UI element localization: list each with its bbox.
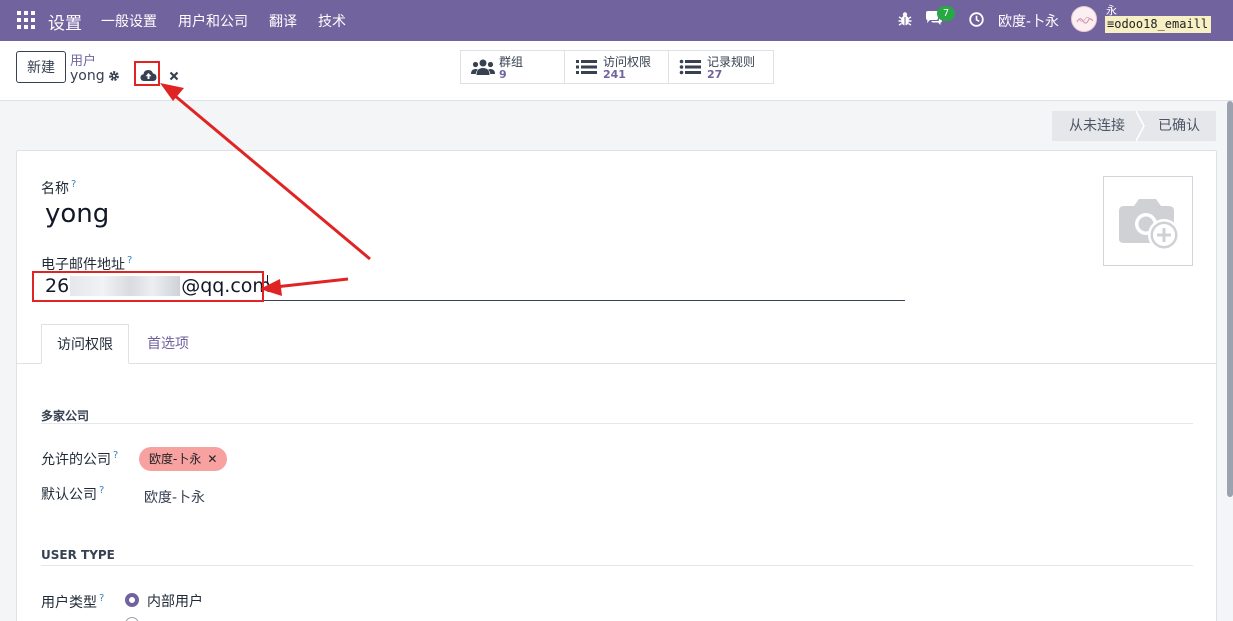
- section-multi-company-title: 多家公司: [41, 409, 90, 423]
- status-confirmed[interactable]: 已确认: [1136, 111, 1216, 141]
- radio-internal-user-label: 内部用户: [147, 594, 203, 610]
- status-separator-icon: [1136, 111, 1145, 141]
- save-button-highlight-box: [134, 61, 160, 86]
- form-tabs: 访问权限 首选项: [17, 324, 1216, 364]
- smart-button-access-rights-count: 241: [603, 68, 626, 81]
- user-avatar[interactable]: [1071, 6, 1097, 32]
- smart-button-groups[interactable]: 群组 9: [461, 51, 565, 83]
- help-icon[interactable]: ?: [99, 593, 104, 604]
- activity-clock-icon[interactable]: [969, 12, 984, 27]
- camera-add-icon: [1119, 199, 1180, 251]
- smart-button-groups-count: 9: [499, 68, 507, 81]
- list-icon: [576, 60, 597, 74]
- smart-button-access-rights[interactable]: 访问权限 241: [565, 51, 669, 83]
- name-label-text: 名称: [41, 181, 69, 197]
- allowed-companies-label: 允许的公司?: [41, 449, 118, 469]
- list-icon: [679, 59, 701, 75]
- discard-close-icon[interactable]: [169, 71, 179, 81]
- tag-label: 欧度-卜永: [149, 452, 202, 466]
- radio-other-user-type[interactable]: [125, 617, 139, 621]
- company-switcher[interactable]: 欧度-卜永: [998, 11, 1059, 31]
- tab-access-rights[interactable]: 访问权限: [41, 324, 129, 364]
- section-divider: [41, 423, 1193, 424]
- help-icon[interactable]: ?: [99, 485, 104, 496]
- breadcrumb-users[interactable]: 用户: [70, 50, 96, 69]
- tab-preferences[interactable]: 首选项: [147, 324, 189, 364]
- users-icon: [471, 59, 495, 75]
- chat-count-badge: 7: [937, 6, 955, 21]
- section-divider: [41, 565, 1193, 566]
- name-field[interactable]: yong: [45, 199, 109, 229]
- new-record-button[interactable]: 新建: [16, 51, 66, 83]
- default-company-field[interactable]: 欧度-卜永: [144, 487, 205, 507]
- help-icon[interactable]: ?: [127, 255, 132, 266]
- top-navbar: 设置 一般设置 用户和公司 翻译 技术 7 欧度-卜永 永 ≡odoo18_em…: [0, 0, 1233, 41]
- smart-button-record-rules-count: 27: [707, 68, 723, 81]
- form-sheet: 名称? yong 电子邮件地址? 26 @qq.com I 访问权限 首选项 多…: [16, 150, 1217, 621]
- avatar-signature-icon: [1076, 16, 1094, 24]
- status-never-connected[interactable]: 从未连接: [1052, 111, 1144, 141]
- debug-bug-icon[interactable]: [898, 11, 912, 27]
- gear-icon[interactable]: [108, 70, 120, 82]
- name-label: 名称?: [41, 178, 76, 198]
- avatar-upload[interactable]: [1103, 176, 1193, 266]
- smart-buttons: 群组 9 访问权限 241 记录规则 27: [460, 50, 774, 84]
- remove-tag-icon[interactable]: ✕: [207, 447, 217, 471]
- apps-menu-icon[interactable]: [17, 11, 35, 29]
- user-type-label: 用户类型?: [41, 592, 104, 612]
- allowed-company-tag: 欧度-卜永 ✕: [139, 447, 228, 471]
- email-highlight-box: [32, 271, 264, 302]
- allowed-companies-label-text: 允许的公司: [41, 452, 111, 468]
- section-user-type-title: USER TYPE: [41, 548, 115, 562]
- menu-item-users-companies[interactable]: 用户和公司: [178, 11, 248, 31]
- radio-internal-user[interactable]: [125, 593, 139, 607]
- default-company-label-text: 默认公司: [41, 487, 97, 503]
- app-title[interactable]: 设置: [48, 9, 82, 34]
- default-company-label: 默认公司?: [41, 484, 104, 504]
- database-name: odoo18_emaill: [1114, 17, 1209, 31]
- menu-item-technical[interactable]: 技术: [318, 11, 346, 31]
- menu-item-general-settings[interactable]: 一般设置: [101, 11, 157, 31]
- database-badge: ≡odoo18_emaill: [1105, 16, 1212, 33]
- menu-item-translations[interactable]: 翻译: [269, 11, 297, 31]
- help-icon[interactable]: ?: [113, 450, 118, 461]
- control-panel: 新建 用户 yong 群组 9 访问权限 241 记录规则 27: [0, 41, 1233, 101]
- page-scrollbar[interactable]: [1227, 101, 1233, 497]
- status-bar: 从未连接 已确认: [1052, 111, 1216, 141]
- help-icon[interactable]: ?: [71, 179, 76, 190]
- text-cursor-icon: I: [266, 274, 269, 285]
- user-type-label-text: 用户类型: [41, 595, 97, 611]
- breadcrumb-current-record: yong: [70, 68, 105, 84]
- main-menu: 一般设置 用户和公司 翻译 技术: [101, 11, 367, 31]
- smart-button-record-rules[interactable]: 记录规则 27: [669, 51, 773, 83]
